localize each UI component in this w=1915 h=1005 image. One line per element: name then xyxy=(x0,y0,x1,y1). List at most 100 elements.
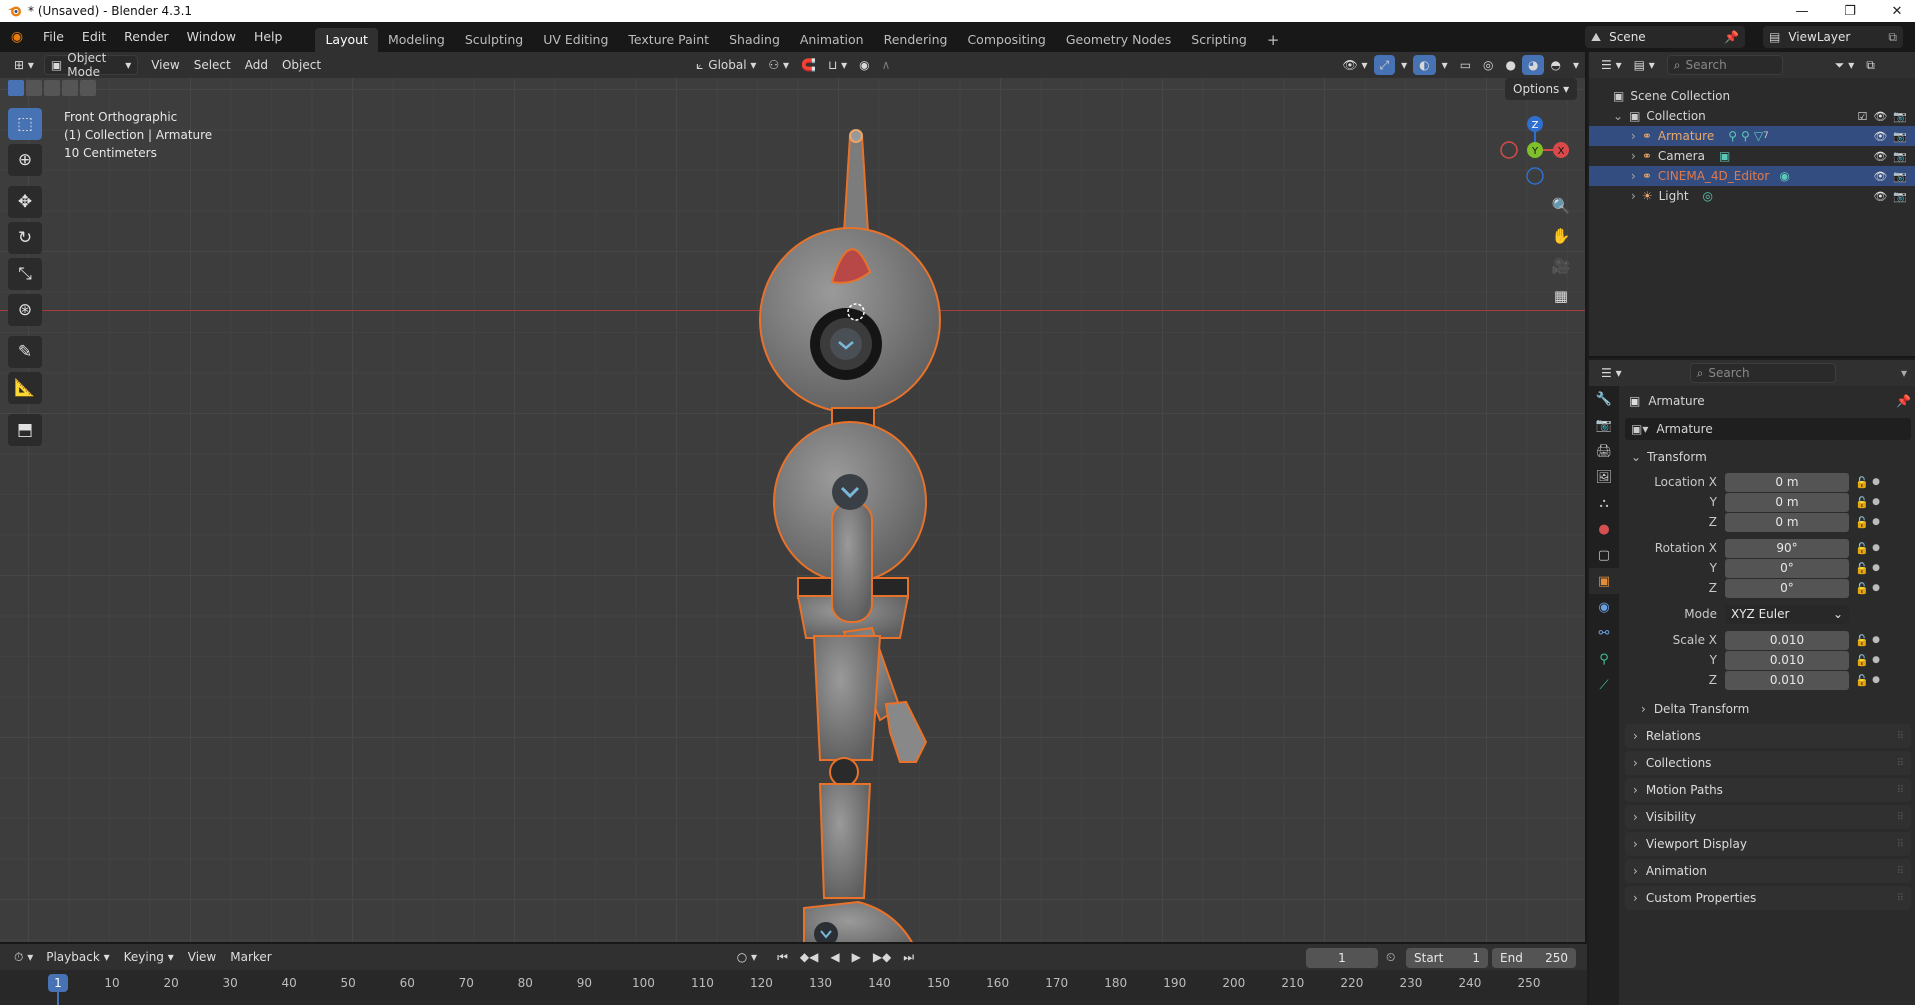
keyframe-dot-icon[interactable]: ● xyxy=(1871,477,1881,487)
select-invert-icon[interactable] xyxy=(62,80,78,96)
add-cube-tool[interactable]: ⬒ xyxy=(8,414,42,446)
panel-motion-paths[interactable]: › Motion Paths ⠿ xyxy=(1625,778,1911,802)
shading-wireframe[interactable]: ◎ xyxy=(1477,55,1499,75)
tab-modeling[interactable]: Modeling xyxy=(378,28,455,52)
menu-help[interactable]: Help xyxy=(245,22,292,52)
rotate-tool[interactable]: ↻ xyxy=(8,222,42,254)
shading-rendered[interactable]: ◓ xyxy=(1544,55,1566,75)
drag-grip-icon[interactable]: ⠿ xyxy=(1897,785,1904,796)
transform-tool[interactable]: ⊛ xyxy=(8,294,42,326)
editor-type-button[interactable]: ⊞ ▾ xyxy=(8,55,40,75)
bones-icon[interactable]: ▽ xyxy=(1754,129,1763,143)
lock-icon[interactable]: 🔓 xyxy=(1853,582,1871,595)
keyframe-dot-icon[interactable]: ● xyxy=(1871,543,1881,553)
drag-grip-icon[interactable]: ⠿ xyxy=(1897,758,1904,769)
lock-icon[interactable]: 🔓 xyxy=(1853,654,1871,667)
viewport-menu-view[interactable]: View xyxy=(144,58,186,72)
eye-icon[interactable]: 👁 xyxy=(1873,150,1887,163)
select-extend-icon[interactable] xyxy=(26,80,42,96)
keyframe-dot-icon[interactable]: ● xyxy=(1871,517,1881,527)
tab-shading[interactable]: Shading xyxy=(719,28,790,52)
tab-collection[interactable]: ▢ xyxy=(1589,542,1619,568)
camera-render-icon[interactable]: 📷 xyxy=(1893,110,1907,123)
blender-menu-icon[interactable]: ◉ xyxy=(0,29,34,45)
panel-relations[interactable]: › Relations ⠿ xyxy=(1625,724,1911,748)
tab-texture-paint[interactable]: Texture Paint xyxy=(618,28,719,52)
pin-icon[interactable]: 📌 xyxy=(1724,30,1739,44)
location-x-field[interactable]: 0 m xyxy=(1725,472,1849,492)
camera-view-button[interactable]: 🎥 xyxy=(1547,252,1575,280)
view-layer-selector[interactable]: ▤ ViewLayer ⧉ xyxy=(1763,26,1903,48)
timeline-editor-type[interactable]: ⏱ ▾ xyxy=(8,947,39,967)
minimize-button[interactable]: — xyxy=(1782,0,1822,22)
drag-grip-icon[interactable]: ⠿ xyxy=(1897,731,1904,742)
filter-button[interactable]: ⏷ ▾ xyxy=(1829,55,1860,75)
next-keyframe-button[interactable]: ▶◆ xyxy=(867,947,897,967)
pin-icon[interactable]: 📌 xyxy=(1896,394,1911,408)
select-subtract-icon[interactable] xyxy=(44,80,60,96)
tab-animation[interactable]: Animation xyxy=(790,28,874,52)
cursor-tool[interactable]: ⊕ xyxy=(8,144,42,176)
menu-file[interactable]: File xyxy=(34,22,73,52)
shading-solid[interactable]: ● xyxy=(1500,55,1522,75)
select-box-tool[interactable]: ⬚ xyxy=(8,108,42,140)
jump-end-button[interactable]: ⏭ xyxy=(897,947,920,967)
tab-object[interactable]: ▣ xyxy=(1589,568,1619,594)
expand-chevron-icon[interactable]: › xyxy=(1631,189,1636,203)
mode-selector[interactable]: ▣ Object Mode ▾ xyxy=(43,52,139,79)
tab-world[interactable]: ● xyxy=(1589,516,1619,542)
outliner-item-light[interactable]: › ☀ Light ◎ 👁 📷 xyxy=(1589,186,1915,206)
timeline-menu-view[interactable]: View xyxy=(181,950,223,964)
timeline-menu-marker[interactable]: Marker xyxy=(223,950,278,964)
toggle-ortho-button[interactable]: ▦ xyxy=(1547,282,1575,310)
location-z-field[interactable]: 0 m xyxy=(1725,512,1849,532)
shading-material[interactable]: ◕ xyxy=(1522,55,1545,75)
eye-icon[interactable]: 👁 xyxy=(1873,130,1887,143)
menu-window[interactable]: Window xyxy=(178,22,245,52)
location-y-field[interactable]: 0 m xyxy=(1725,492,1849,512)
rotation-z-field[interactable]: 0° xyxy=(1725,578,1849,598)
restore-button[interactable]: ❐ xyxy=(1830,0,1870,22)
outliner-item-armature[interactable]: › ⚭ Armature ⚲ ⚲ ▽ 7 👁 📷 xyxy=(1589,126,1915,146)
prev-keyframe-button[interactable]: ◆◀ xyxy=(794,947,824,967)
timeline-menu-playback[interactable]: Playback ▾ xyxy=(39,950,116,964)
panel-visibility[interactable]: › Visibility ⠿ xyxy=(1625,805,1911,829)
outliner-collection[interactable]: ⌄ ▣ Collection ☑ 👁 📷 xyxy=(1589,106,1915,126)
lock-icon[interactable]: 🔓 xyxy=(1853,562,1871,575)
lock-icon[interactable]: 🔓 xyxy=(1853,516,1871,529)
expand-chevron-icon[interactable]: › xyxy=(1631,149,1636,163)
scale-x-field[interactable]: 0.010 xyxy=(1725,630,1849,650)
tab-sculpting[interactable]: Sculpting xyxy=(455,28,533,52)
pan-view-button[interactable]: ✋ xyxy=(1547,222,1575,250)
current-frame-field[interactable]: 1 xyxy=(1306,948,1378,968)
properties-search[interactable]: ⌕ Search xyxy=(1689,363,1836,383)
overlay-toggle[interactable]: ◐ xyxy=(1413,55,1436,75)
camera-render-icon[interactable]: 📷 xyxy=(1893,170,1907,183)
tab-geometry-nodes[interactable]: Geometry Nodes xyxy=(1056,28,1181,52)
preview-range-icon[interactable]: ⏲ xyxy=(1386,950,1395,965)
expand-chevron-icon[interactable]: › xyxy=(1631,169,1636,183)
tab-layout[interactable]: Layout xyxy=(315,28,378,52)
keyframe-dot-icon[interactable]: ● xyxy=(1871,497,1881,507)
viewport-menu-select[interactable]: Select xyxy=(187,58,238,72)
camera-render-icon[interactable]: 📷 xyxy=(1893,190,1907,203)
tab-view-layer[interactable]: 🖼 xyxy=(1589,464,1619,490)
tab-bone[interactable]: ⟋ xyxy=(1589,672,1619,698)
outliner-search[interactable]: ⌕ Search xyxy=(1666,55,1783,75)
jump-start-button[interactable]: ⏮ xyxy=(771,947,794,967)
light-data-icon[interactable]: ◎ xyxy=(1703,189,1713,203)
drag-grip-icon[interactable]: ⠿ xyxy=(1897,812,1904,823)
robot-character[interactable] xyxy=(740,72,980,942)
navigation-gizmo[interactable]: Z Y X xyxy=(1495,110,1575,190)
delta-transform-subpanel[interactable]: › Delta Transform xyxy=(1641,698,1911,720)
drag-grip-icon[interactable]: ⠿ xyxy=(1897,893,1904,904)
keyframe-dot-icon[interactable]: ● xyxy=(1871,563,1881,573)
outliner-item-camera[interactable]: › ⚭ Camera ▣ 👁 📷 xyxy=(1589,146,1915,166)
lock-icon[interactable]: 🔓 xyxy=(1853,674,1871,687)
auto-key-toggle[interactable]: ○ ▾ xyxy=(731,947,763,967)
add-workspace-button[interactable]: + xyxy=(1257,28,1290,52)
camera-data-icon[interactable]: ◉ xyxy=(1779,169,1789,183)
eye-icon[interactable]: 👁 xyxy=(1873,190,1887,203)
camera-render-icon[interactable]: 📷 xyxy=(1893,130,1907,143)
tab-physics[interactable]: ◉ xyxy=(1589,594,1619,620)
